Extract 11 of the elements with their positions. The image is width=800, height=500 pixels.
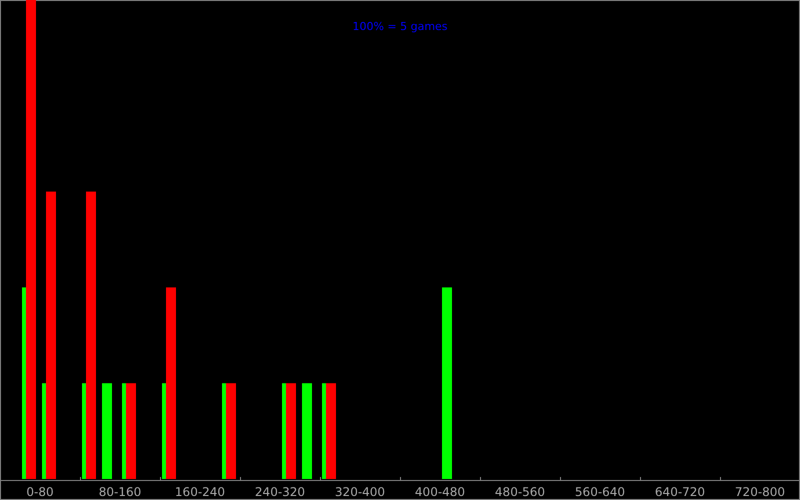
- axis-label: 320-400: [334, 485, 386, 499]
- axis-label: 400-480: [414, 485, 466, 499]
- chart-title: 100% = 5 games: [352, 20, 448, 33]
- axis-label: 640-720: [654, 485, 706, 499]
- axis-label: 80-160: [98, 485, 142, 499]
- axis-label: 240-320: [254, 485, 306, 499]
- axis-label: 720-800: [734, 485, 786, 499]
- axis-label: 160-240: [174, 485, 226, 499]
- axis-label: 0-80: [26, 485, 54, 499]
- axis-label: 560-640: [574, 485, 626, 499]
- axis-label: 480-560: [494, 485, 546, 499]
